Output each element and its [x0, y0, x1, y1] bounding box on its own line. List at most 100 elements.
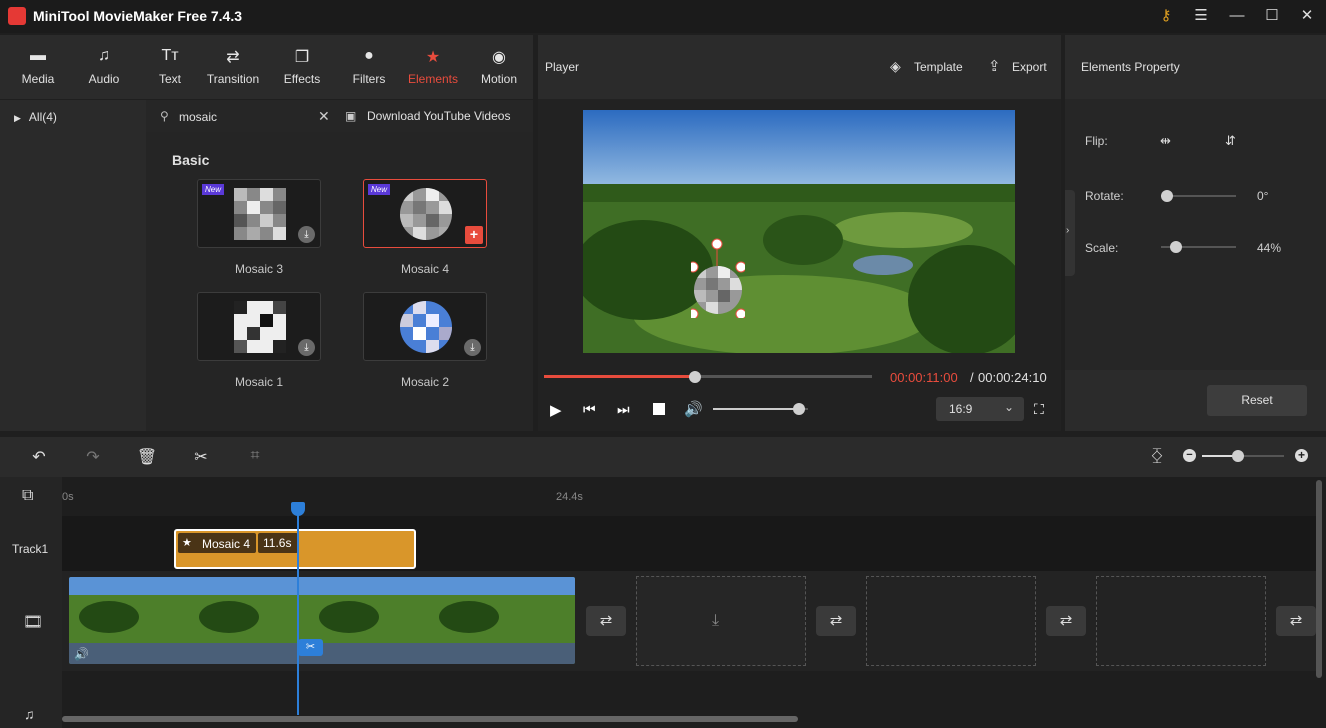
zoom-in-icon[interactable]: +: [1295, 449, 1308, 462]
tab-transition[interactable]: ⇄ Transition: [201, 35, 265, 99]
transition-icon: ⇄: [226, 49, 240, 66]
element-tile-mosaic-4[interactable]: New +: [363, 179, 487, 248]
element-tile-mosaic-2[interactable]: ⤓: [363, 292, 487, 361]
video-frame-image: [583, 110, 1015, 353]
crop-icon[interactable]: ⌗: [244, 447, 266, 467]
tab-audio[interactable]: ♫ Audio: [72, 35, 136, 99]
maximize-button[interactable]: ☐: [1259, 4, 1285, 28]
transition-swap-icon[interactable]: ⇄: [816, 606, 856, 636]
export-icon: ⇪: [988, 58, 1001, 75]
tab-motion[interactable]: ◉ Motion: [467, 35, 531, 99]
flip-vertical-icon[interactable]: ⇵: [1225, 133, 1236, 149]
total-time: 00:00:24:10: [978, 370, 1047, 385]
previous-frame-icon[interactable]: ⏮: [583, 401, 596, 418]
video-preview[interactable]: [583, 110, 1015, 353]
caret-right-icon: ▶: [14, 113, 21, 123]
next-frame-icon[interactable]: ⏭: [617, 401, 630, 418]
vertical-scrollbar[interactable]: [1316, 480, 1322, 678]
template-button[interactable]: Template: [914, 60, 963, 74]
aspect-ratio-select[interactable]: 16:9 ⌄: [936, 397, 1024, 421]
clip-duration-tag: 11.6s: [258, 533, 298, 553]
clip-volume-icon[interactable]: 🔊: [74, 647, 89, 661]
menu-icon[interactable]: ☰: [1188, 4, 1214, 28]
panel-collapse-handle[interactable]: ›: [1065, 190, 1075, 276]
chevron-right-icon: ›: [1066, 225, 1070, 236]
download-icon[interactable]: ⤓: [298, 339, 315, 356]
mosaic-circle-thumbnail: [400, 188, 452, 240]
download-icon[interactable]: ⤓: [464, 339, 481, 356]
elements-icon: ★: [182, 537, 192, 549]
empty-slot[interactable]: [866, 576, 1036, 666]
horizontal-scrollbar[interactable]: [62, 716, 798, 722]
element-tile-mosaic-1[interactable]: ⤓: [197, 292, 321, 361]
media-toolbar: ▬ Media ♫ Audio Tт Text ⇄ Transition ❐ Effect…: [0, 35, 533, 99]
music-note-icon: ♫: [98, 47, 110, 64]
tab-text[interactable]: Tт Text: [138, 35, 202, 99]
scale-slider-handle[interactable]: [1170, 241, 1182, 253]
minimize-button[interactable]: —: [1224, 4, 1250, 28]
transition-swap-icon[interactable]: ⇄: [1046, 606, 1086, 636]
import-icon: ⤓: [712, 612, 720, 629]
new-badge: New: [368, 184, 391, 195]
download-youtube-link[interactable]: Download YouTube Videos: [367, 109, 510, 123]
element-name: Mosaic 2: [400, 375, 450, 389]
element-name: Mosaic 3: [234, 262, 284, 276]
zoom-out-icon[interactable]: −: [1183, 449, 1196, 462]
key-icon[interactable]: ⚷: [1153, 4, 1179, 28]
flip-horizontal-icon[interactable]: ⇹: [1160, 133, 1171, 149]
current-time: 00:00:11:00: [890, 370, 958, 385]
chevron-down-icon: ⌄: [1004, 400, 1015, 414]
fullscreen-icon[interactable]: ⛶: [1034, 401, 1044, 418]
download-icon[interactable]: ⤓: [298, 226, 315, 243]
properties-title: Elements Property: [1081, 60, 1180, 74]
tab-effects[interactable]: ❐ Effects: [270, 35, 334, 99]
mosaic-element-overlay[interactable]: [691, 234, 745, 318]
undo-icon[interactable]: ↶: [28, 447, 50, 467]
app-title: MiniTool MovieMaker Free 7.4.3: [33, 8, 243, 24]
empty-slot[interactable]: [1096, 576, 1266, 666]
redo-icon[interactable]: ↷: [82, 447, 104, 467]
mosaic-bw-thumbnail: [234, 301, 286, 353]
reset-button[interactable]: Reset: [1207, 385, 1307, 416]
rotate-label: Rotate:: [1085, 189, 1124, 203]
zoom-slider-handle[interactable]: [1232, 450, 1244, 462]
close-button[interactable]: ✕: [1294, 4, 1320, 28]
tab-media[interactable]: ▬ Media: [6, 35, 70, 99]
add-track-icon[interactable]: ⧉: [22, 487, 33, 505]
split-at-playhead-icon[interactable]: ✂: [298, 639, 323, 656]
mosaic-blue-circle-thumbnail: [400, 301, 452, 353]
tab-filters[interactable]: ● Filters: [337, 35, 401, 99]
player-header: [538, 35, 1061, 99]
effects-icon: ❐: [294, 49, 310, 66]
search-input[interactable]: mosaic: [179, 110, 217, 124]
transition-swap-icon[interactable]: ⇄: [1276, 606, 1316, 636]
aspect-ratio-value: 16:9: [949, 402, 973, 416]
play-icon[interactable]: ▶: [550, 401, 562, 419]
playhead-handle[interactable]: [291, 502, 305, 516]
volume-icon[interactable]: 🔊: [684, 400, 703, 418]
export-button[interactable]: Export: [1012, 60, 1047, 74]
add-element-button[interactable]: +: [465, 226, 483, 244]
mosaic-square-thumbnail: [234, 188, 286, 240]
delete-icon[interactable]: 🗑: [136, 447, 158, 467]
element-tile-mosaic-3[interactable]: New ⤓: [197, 179, 321, 248]
player-title: Player: [545, 60, 580, 74]
progress-fill: [544, 375, 695, 378]
filters-icon: ●: [364, 47, 374, 64]
rotate-slider-handle[interactable]: [1161, 190, 1173, 202]
transition-swap-icon[interactable]: ⇄: [586, 606, 626, 636]
progress-handle[interactable]: [688, 371, 701, 383]
fit-timeline-icon[interactable]: ⧰: [1146, 447, 1168, 467]
volume-fill: [713, 408, 799, 410]
stop-icon[interactable]: [653, 403, 665, 415]
split-icon[interactable]: ✂: [190, 447, 212, 467]
tab-elements[interactable]: ★ Elements: [401, 35, 465, 99]
category-all[interactable]: ▶ All(4): [14, 110, 57, 124]
drop-zone[interactable]: ⤓: [636, 576, 806, 666]
volume-handle[interactable]: [792, 403, 805, 415]
clear-search-icon[interactable]: ✕: [318, 108, 330, 125]
rotate-value: 0°: [1257, 189, 1269, 203]
app-logo-icon: [8, 7, 26, 25]
element-clip[interactable]: ★ Mosaic 4 11.6s: [174, 529, 416, 569]
ruler-start: 0s: [62, 491, 74, 503]
